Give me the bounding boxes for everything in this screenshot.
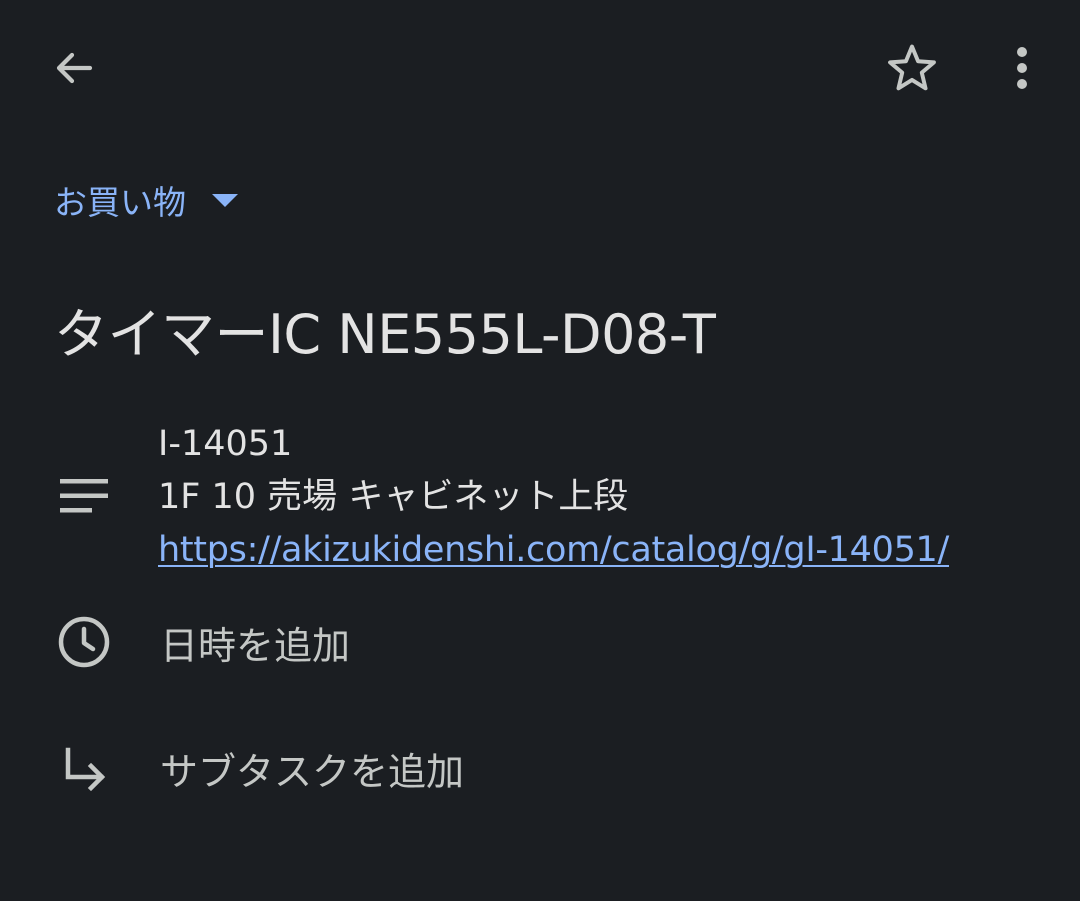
add-subtask-button[interactable]: サブタスクを追加 [50,730,464,806]
dropdown-arrow-icon [212,194,238,207]
task-details[interactable]: I-14051 1F 10 売場 キャビネット上段 https://akizuk… [158,418,949,577]
add-date-label: 日時を追加 [160,623,351,668]
arrow-left-icon [56,52,93,84]
more-options-button[interactable] [990,32,1054,104]
add-date-button[interactable]: 日時を追加 [50,604,350,680]
task-title[interactable]: タイマーIC NE555L-D08-T [54,300,716,370]
details-line: 1F 10 売場 キャビネット上段 [158,477,629,517]
details-line: I-14051 [158,424,293,464]
details-link[interactable]: https://akizukidenshi.com/catalog/g/gI-1… [158,524,949,577]
add-subtask-label: サブタスクを追加 [160,749,465,794]
star-button[interactable] [876,32,948,104]
clock-icon [58,616,110,668]
list-name: お買い物 [54,183,186,222]
more-vert-icon [1017,47,1027,89]
back-button[interactable] [40,32,108,104]
list-selector[interactable]: お買い物 [54,176,238,224]
subdirectory-arrow-icon [65,747,106,792]
star-outline-icon [888,44,936,91]
notes-icon [60,479,108,513]
